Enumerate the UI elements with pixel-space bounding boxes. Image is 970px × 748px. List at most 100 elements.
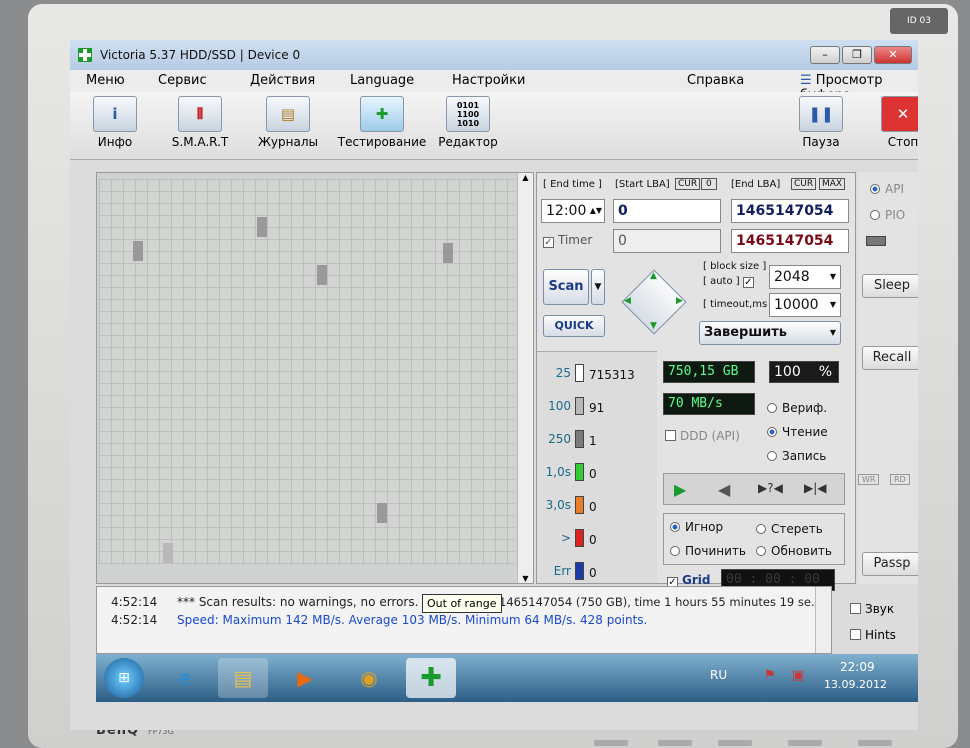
log-time: 4:52:14 — [111, 595, 158, 609]
passp-button[interactable]: Passp — [862, 552, 918, 576]
explorer-icon[interactable]: ▤ — [218, 658, 268, 698]
map-block-slow — [163, 543, 173, 563]
monitor-button[interactable] — [858, 740, 892, 746]
monitor-button[interactable] — [658, 740, 692, 746]
info-button[interactable]: i Инфо — [90, 96, 140, 149]
close-button[interactable]: ✕ — [874, 46, 912, 64]
map-scrollbar[interactable]: ▲ ▼ — [517, 173, 533, 583]
stat-bar — [575, 463, 584, 481]
quick-button[interactable]: QUICK — [543, 315, 605, 337]
write-radio[interactable]: Запись — [767, 449, 826, 463]
block-size-select[interactable]: 2048 ▼ — [769, 265, 841, 289]
scan-dropdown-button[interactable]: ▼ — [591, 269, 605, 305]
end-lba-input[interactable]: 1465147054 — [731, 199, 849, 223]
start-zero-button[interactable]: 0 — [701, 178, 717, 190]
auto-checkbox[interactable]: [ auto ] ✓ — [703, 276, 758, 288]
chevron-down-icon: ▼ — [829, 300, 836, 309]
ddd-api-checkbox[interactable]: DDD (API) — [665, 429, 740, 443]
editor-button[interactable]: 0101 1100 1010 Редактор — [438, 96, 498, 149]
arrow-down-icon[interactable]: ▼ — [650, 321, 657, 331]
menu-actions[interactable]: Действия — [250, 73, 315, 88]
menu-language[interactable]: Language — [350, 73, 414, 88]
sticker-badge: ID 03 — [890, 8, 948, 34]
stat-label: 250 — [548, 432, 571, 446]
clock-date[interactable]: 13.09.2012 — [824, 678, 887, 691]
read-radio[interactable]: Чтение — [767, 425, 828, 439]
ie-icon[interactable]: e — [160, 658, 210, 698]
testing-button[interactable]: ✚ Тестирование — [336, 96, 428, 149]
chrome-icon[interactable]: ◉ — [344, 658, 394, 698]
percent-readout: 100% — [769, 361, 839, 383]
arrow-right-icon[interactable]: ▶ — [676, 296, 683, 306]
reverse-icon[interactable]: ◀ — [718, 480, 730, 499]
monitor-button[interactable] — [788, 740, 822, 746]
log-message: *** Scan results: no warnings, no errors… — [177, 595, 419, 609]
stat-bar — [575, 430, 584, 448]
recall-button[interactable]: Recall — [862, 346, 918, 370]
verify-radio[interactable]: Вериф. — [767, 401, 827, 415]
media-player-icon[interactable]: ▶ — [280, 658, 330, 698]
end-time-label: [ End time ] — [543, 179, 602, 190]
minimize-button[interactable]: – — [810, 46, 840, 64]
smart-button[interactable]: ⫴ S.M.A.R.T — [168, 96, 232, 149]
clock-time[interactable]: 22:09 — [840, 660, 875, 674]
maximize-button[interactable]: ❐ — [842, 46, 872, 64]
hints-checkbox[interactable]: Hints — [850, 628, 896, 642]
arrow-up-icon[interactable]: ▲ — [650, 271, 657, 281]
end-cur-button[interactable]: CUR — [791, 178, 817, 190]
victoria-taskbar-icon[interactable]: ✚ — [406, 658, 456, 698]
timer-input[interactable]: 0 — [613, 229, 721, 253]
log-scrollbar[interactable] — [815, 587, 831, 653]
start-lba-input[interactable]: 0 — [613, 199, 721, 223]
map-block-slow — [377, 503, 387, 523]
play-icon[interactable]: ▶ — [674, 480, 686, 499]
windows-logo-icon: ⊞ — [118, 670, 130, 686]
menu-help[interactable]: Справка — [687, 73, 744, 88]
wr-indicator: WR — [858, 474, 880, 485]
network-icon[interactable]: ⚑ — [764, 668, 776, 683]
status-indicator — [866, 236, 886, 246]
right-sidebar: API PIO Sleep Recall WR RD Passp — [858, 172, 918, 584]
api-radio[interactable]: API — [870, 182, 904, 196]
spinner-icon: ▲▼ — [589, 206, 602, 215]
random-seek-icon[interactable]: ▶?◀ — [758, 481, 783, 495]
map-block-slow — [317, 265, 327, 285]
sound-checkbox[interactable]: Звук — [850, 602, 894, 616]
journals-button[interactable]: ▤ Журналы — [256, 96, 320, 149]
butterfly-icon[interactable]: ▶|◀ — [804, 481, 827, 495]
size-readout: 750,15 GB — [663, 361, 755, 383]
pause-button[interactable]: ❚❚ Пауза — [796, 96, 846, 149]
menu-settings[interactable]: Настройки — [452, 73, 525, 88]
menu-main[interactable]: Меню — [86, 73, 125, 88]
stop-button[interactable]: ✕ Стоп — [878, 96, 918, 149]
monitor-button[interactable] — [718, 740, 752, 746]
block-stats: 25 715313 100 91 250 1 1,0s 0 3,0s 0 >0 Err 0 — [537, 351, 657, 583]
start-button[interactable]: ⊞ — [104, 658, 144, 698]
sleep-button[interactable]: Sleep — [862, 274, 918, 298]
arrow-left-icon[interactable]: ◀ — [624, 296, 631, 306]
rd-indicator: RD — [890, 474, 910, 485]
scan-button[interactable]: Scan — [543, 269, 589, 305]
repair-radio[interactable]: Починить — [670, 544, 746, 558]
stat-label: 1,0s — [545, 465, 571, 479]
monitor-button[interactable] — [594, 740, 628, 746]
stat-bar — [575, 364, 584, 382]
erase-radio[interactable]: Стереть — [756, 522, 823, 536]
end-max-button[interactable]: MAX — [819, 178, 846, 190]
first-aid-icon: ✚ — [360, 96, 404, 132]
finish-action-select[interactable]: Завершить ▼ — [699, 321, 841, 345]
ignore-radio[interactable]: Игнор — [670, 520, 723, 534]
action-center-icon[interactable]: ▣ — [792, 668, 804, 683]
pio-radio[interactable]: PIO — [870, 208, 905, 222]
timeout-select[interactable]: 10000 ▼ — [769, 293, 841, 317]
language-indicator[interactable]: RU — [710, 668, 727, 682]
start-cur-button[interactable]: CUR — [675, 178, 701, 190]
direction-pad[interactable]: ▲ ▼ ◀ ▶ — [621, 269, 687, 335]
map-block-slow — [133, 241, 143, 261]
timer-checkbox[interactable]: ✓ Timer — [543, 233, 592, 248]
refresh-radio[interactable]: Обновить — [756, 544, 832, 558]
menu-service[interactable]: Сервис — [158, 73, 207, 88]
chevron-down-icon: ▼ — [829, 328, 836, 337]
end-lba-display[interactable]: 1465147054 — [731, 229, 849, 253]
end-time-input[interactable]: 12:00 ▲▼ — [541, 199, 605, 223]
